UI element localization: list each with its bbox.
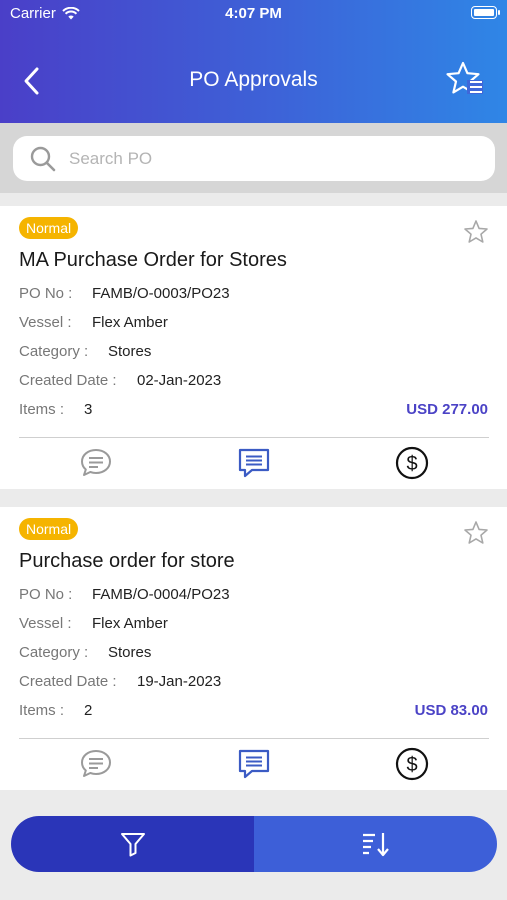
created-date-label: Created Date : bbox=[19, 673, 117, 690]
app-header: Carrier 4:07 PM PO Approvals bbox=[0, 0, 507, 123]
priority-badge: Normal bbox=[19, 217, 79, 239]
po-number-row: PO No : FAMB/O-0004/PO23 bbox=[19, 586, 230, 603]
filter-icon bbox=[120, 833, 145, 857]
items-row: Items : 3 bbox=[19, 401, 92, 418]
card-divider bbox=[19, 437, 489, 438]
category-value: Stores bbox=[108, 644, 152, 661]
created-date-value: 19-Jan-2023 bbox=[137, 673, 222, 690]
svg-text:$: $ bbox=[406, 754, 417, 776]
items-label: Items : bbox=[19, 702, 65, 719]
po-title: MA Purchase Order for Stores bbox=[19, 249, 287, 271]
po-amount: USD 83.00 bbox=[414, 702, 488, 719]
search-band bbox=[0, 123, 507, 193]
items-row: Items : 2 bbox=[19, 702, 92, 719]
po-card[interactable]: Normal Purchase order for store PO No : … bbox=[0, 507, 507, 790]
status-time: 4:07 PM bbox=[225, 5, 282, 22]
sort-button[interactable] bbox=[254, 816, 497, 872]
category-row: Category : Stores bbox=[19, 343, 151, 360]
created-date-value: 02-Jan-2023 bbox=[137, 372, 222, 389]
message-icon[interactable] bbox=[236, 746, 272, 782]
priority-badge: Normal bbox=[19, 518, 79, 540]
vessel-row: Vessel : Flex Amber bbox=[19, 615, 168, 632]
dollar-icon[interactable]: $ bbox=[394, 746, 430, 782]
vessel-label: Vessel : bbox=[19, 314, 72, 331]
comments-icon[interactable] bbox=[78, 746, 114, 782]
status-bar: Carrier 4:07 PM bbox=[0, 0, 507, 28]
battery-icon bbox=[471, 6, 500, 19]
card-divider bbox=[19, 738, 489, 739]
po-card[interactable]: Normal MA Purchase Order for Stores PO N… bbox=[0, 206, 507, 489]
search-box[interactable] bbox=[13, 136, 495, 181]
star-outline-icon[interactable] bbox=[463, 520, 489, 546]
bottom-action-bar bbox=[11, 816, 497, 872]
search-icon bbox=[30, 146, 56, 171]
items-label: Items : bbox=[19, 401, 65, 418]
po-number-value: FAMB/O-0003/PO23 bbox=[92, 285, 230, 302]
star-outline-icon[interactable] bbox=[463, 219, 489, 245]
po-amount: USD 277.00 bbox=[406, 401, 488, 418]
po-number-label: PO No : bbox=[19, 586, 73, 603]
items-value: 2 bbox=[84, 702, 93, 719]
vessel-value: Flex Amber bbox=[92, 615, 168, 632]
favorites-list-button[interactable] bbox=[445, 60, 487, 100]
comments-icon[interactable] bbox=[78, 445, 114, 481]
created-date-row: Created Date : 19-Jan-2023 bbox=[19, 673, 221, 690]
po-number-value: FAMB/O-0004/PO23 bbox=[92, 586, 230, 603]
vessel-label: Vessel : bbox=[19, 615, 72, 632]
sort-icon bbox=[362, 833, 389, 857]
created-date-row: Created Date : 02-Jan-2023 bbox=[19, 372, 221, 389]
message-icon[interactable] bbox=[236, 445, 272, 481]
created-date-label: Created Date : bbox=[19, 372, 117, 389]
search-input[interactable] bbox=[69, 148, 469, 169]
vessel-row: Vessel : Flex Amber bbox=[19, 314, 168, 331]
filter-button[interactable] bbox=[11, 816, 254, 872]
star-list-icon bbox=[446, 61, 483, 94]
po-number-label: PO No : bbox=[19, 285, 73, 302]
page-title: PO Approvals bbox=[189, 68, 318, 91]
po-number-row: PO No : FAMB/O-0003/PO23 bbox=[19, 285, 230, 302]
category-value: Stores bbox=[108, 343, 152, 360]
po-title: Purchase order for store bbox=[19, 550, 235, 572]
category-label: Category : bbox=[19, 343, 89, 360]
category-label: Category : bbox=[19, 644, 89, 661]
items-value: 3 bbox=[84, 401, 93, 418]
svg-text:$: $ bbox=[406, 453, 417, 475]
dollar-icon[interactable]: $ bbox=[394, 445, 430, 481]
vessel-value: Flex Amber bbox=[92, 314, 168, 331]
category-row: Category : Stores bbox=[19, 644, 151, 661]
